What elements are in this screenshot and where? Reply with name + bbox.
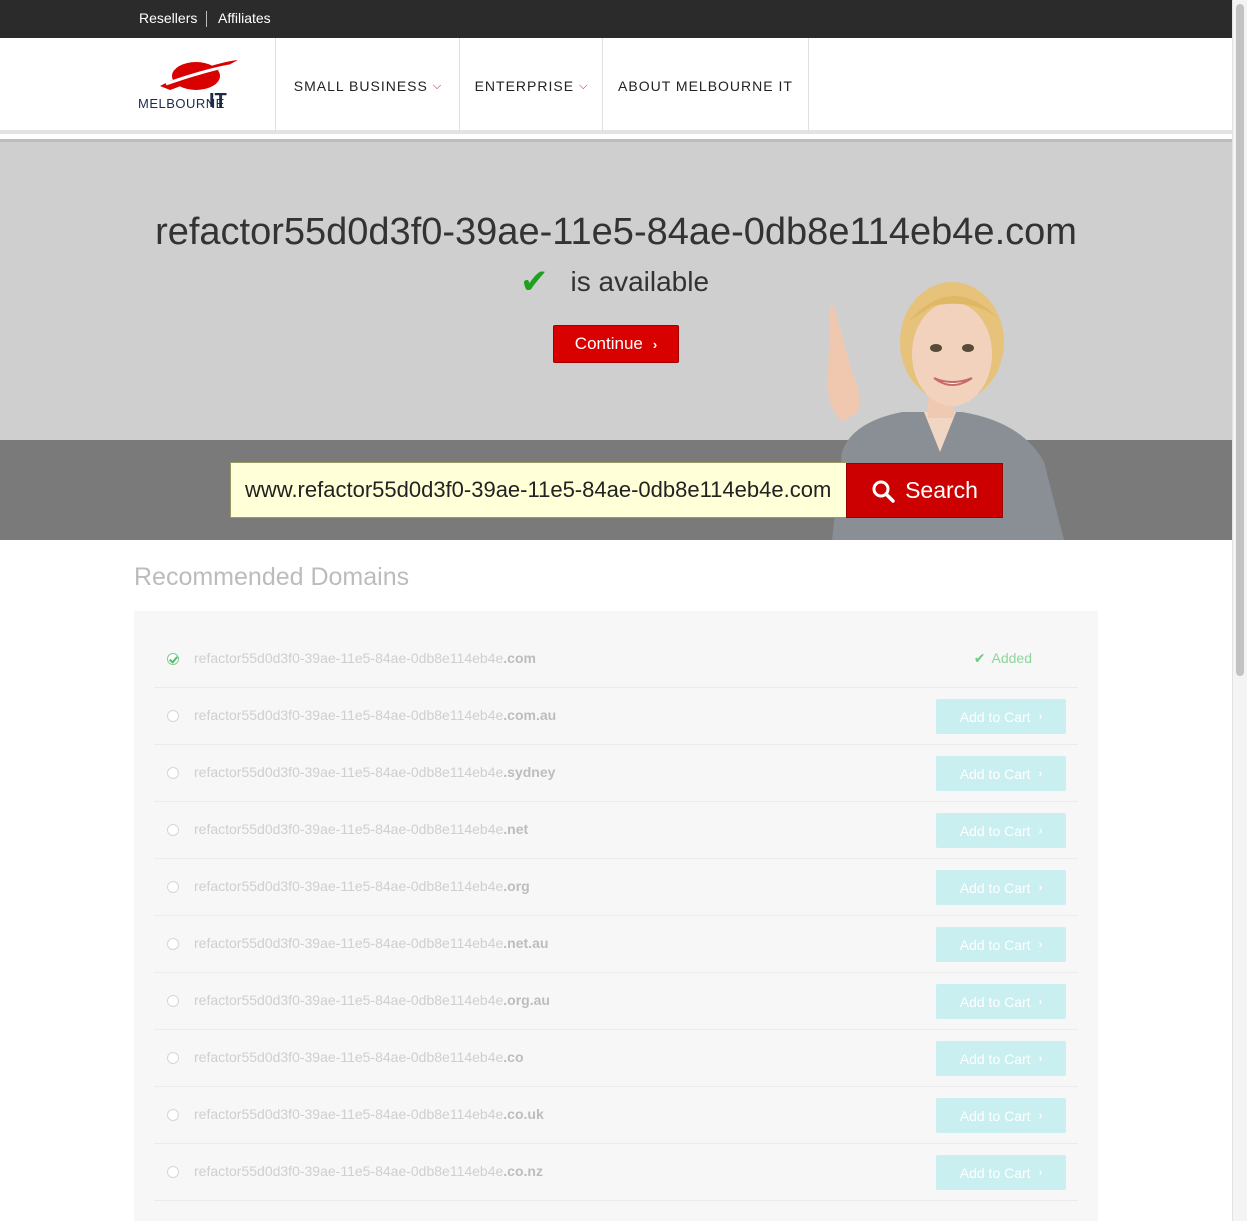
search-label: Search: [905, 477, 978, 503]
domain-name: refactor55d0d3f0-39ae-11e5-84ae-0db8e114…: [194, 707, 557, 723]
checkmark-icon: ✔: [520, 263, 549, 301]
domain-row-com-au[interactable]: refactor55d0d3f0-39ae-11e5-84ae-0db8e114…: [154, 688, 1078, 745]
checkmark-icon: ✔: [973, 650, 986, 666]
nav-small-business-label: SMALL BUSINESS: [293, 78, 428, 94]
add-to-cart-button[interactable]: Add to Cart ›: [936, 756, 1066, 791]
topbar-divider: [206, 11, 207, 27]
domain-row-co-uk[interactable]: refactor55d0d3f0-39ae-11e5-84ae-0db8e114…: [154, 1087, 1078, 1144]
domain-search-input[interactable]: [230, 462, 848, 518]
domain-row-co[interactable]: refactor55d0d3f0-39ae-11e5-84ae-0db8e114…: [154, 1030, 1078, 1087]
chevron-down-icon: ⌵: [432, 79, 443, 92]
domain-name: refactor55d0d3f0-39ae-11e5-84ae-0db8e114…: [194, 992, 550, 1008]
domain-select-radio[interactable]: [167, 710, 179, 722]
chevron-right-icon: ›: [652, 336, 658, 352]
add-to-cart-button[interactable]: Add to Cart ›: [936, 927, 1066, 962]
chevron-right-icon: ›: [1038, 710, 1043, 723]
chevron-right-icon: ›: [1038, 767, 1043, 780]
logo-text-it: IT: [209, 90, 227, 112]
domain-name: refactor55d0d3f0-39ae-11e5-84ae-0db8e114…: [194, 764, 556, 780]
domain-row-org[interactable]: refactor55d0d3f0-39ae-11e5-84ae-0db8e114…: [154, 859, 1078, 916]
chevron-right-icon: ›: [1038, 1052, 1043, 1065]
chevron-right-icon: ›: [1038, 1166, 1043, 1179]
domain-name: refactor55d0d3f0-39ae-11e5-84ae-0db8e114…: [194, 1106, 544, 1122]
availability-text: is available: [570, 266, 710, 297]
domain-row-sydney[interactable]: refactor55d0d3f0-39ae-11e5-84ae-0db8e114…: [154, 745, 1078, 802]
domain-name: refactor55d0d3f0-39ae-11e5-84ae-0db8e114…: [194, 878, 530, 894]
add-to-cart-button[interactable]: Add to Cart ›: [936, 1155, 1066, 1190]
domain-select-radio[interactable]: [167, 767, 179, 779]
domain-select-radio[interactable]: [167, 653, 179, 665]
domain-select-radio[interactable]: [167, 995, 179, 1007]
domain-row-net-au[interactable]: refactor55d0d3f0-39ae-11e5-84ae-0db8e114…: [154, 916, 1078, 973]
availability-status: ✔ is available: [520, 262, 709, 302]
domain-select-radio[interactable]: [167, 1052, 179, 1064]
domain-row-org-au[interactable]: refactor55d0d3f0-39ae-11e5-84ae-0db8e114…: [154, 973, 1078, 1030]
affiliates-link[interactable]: Affiliates: [218, 10, 271, 26]
domain-select-radio[interactable]: [167, 938, 179, 950]
domain-select-radio[interactable]: [167, 1166, 179, 1178]
melbourne-it-logo[interactable]: MELBOURNE IT: [138, 54, 248, 118]
add-to-cart-button[interactable]: Add to Cart ›: [936, 1098, 1066, 1133]
resellers-link[interactable]: Resellers: [139, 10, 197, 26]
search-icon: [872, 480, 895, 503]
recommended-domains-heading: Recommended Domains: [134, 563, 410, 591]
chevron-down-icon: ⌵: [579, 79, 589, 92]
searched-domain-title: refactor55d0d3f0-39ae-11e5-84ae-0db8e114…: [155, 211, 1077, 253]
chevron-right-icon: ›: [1038, 881, 1043, 894]
domain-row-net[interactable]: refactor55d0d3f0-39ae-11e5-84ae-0db8e114…: [154, 802, 1078, 859]
add-to-cart-button[interactable]: Add to Cart ›: [936, 699, 1066, 734]
domain-name: refactor55d0d3f0-39ae-11e5-84ae-0db8e114…: [194, 821, 529, 837]
search-button[interactable]: Search: [846, 463, 1003, 518]
top-bar: Resellers Affiliates: [0, 0, 1232, 38]
chevron-right-icon: ›: [1038, 824, 1043, 837]
add-to-cart-button[interactable]: Add to Cart ›: [936, 984, 1066, 1019]
chevron-right-icon: ›: [1038, 938, 1043, 951]
domain-select-radio[interactable]: [167, 824, 179, 836]
nav-enterprise-label: ENTERPRISE: [474, 78, 575, 94]
add-to-cart-button[interactable]: Add to Cart ›: [936, 1041, 1066, 1076]
domain-row-co-nz[interactable]: refactor55d0d3f0-39ae-11e5-84ae-0db8e114…: [154, 1144, 1078, 1201]
add-to-cart-button[interactable]: Add to Cart ›: [936, 870, 1066, 905]
nav-about[interactable]: ABOUT MELBOURNE IT: [602, 38, 809, 134]
scrollbar-thumb[interactable]: [1236, 4, 1244, 676]
domain-name: refactor55d0d3f0-39ae-11e5-84ae-0db8e114…: [194, 935, 549, 951]
domain-select-radio[interactable]: [167, 881, 179, 893]
chevron-right-icon: ›: [1038, 995, 1043, 1008]
nav-about-label: ABOUT MELBOURNE IT: [618, 78, 793, 94]
domain-name: refactor55d0d3f0-39ae-11e5-84ae-0db8e114…: [194, 650, 536, 666]
add-to-cart-button[interactable]: Add to Cart ›: [936, 813, 1066, 848]
domain-row-com[interactable]: refactor55d0d3f0-39ae-11e5-84ae-0db8e114…: [154, 631, 1078, 688]
chevron-right-icon: ›: [1038, 1109, 1043, 1122]
nav-small-business[interactable]: SMALL BUSINESS ⌵: [275, 38, 460, 134]
continue-button[interactable]: Continue ›: [553, 325, 679, 363]
added-status: ✔ Added: [973, 650, 1032, 666]
domain-name: refactor55d0d3f0-39ae-11e5-84ae-0db8e114…: [194, 1163, 543, 1179]
domain-name: refactor55d0d3f0-39ae-11e5-84ae-0db8e114…: [194, 1049, 524, 1065]
domain-select-radio[interactable]: [167, 1109, 179, 1121]
nav-enterprise[interactable]: ENTERPRISE ⌵: [459, 38, 603, 134]
continue-label: Continue: [574, 334, 643, 353]
